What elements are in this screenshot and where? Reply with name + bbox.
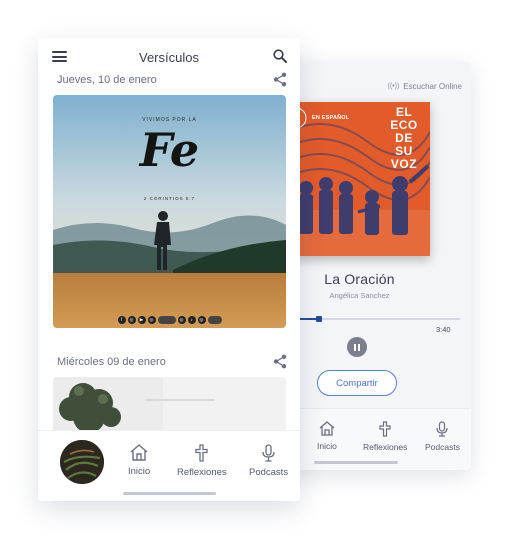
pause-icon-bar bbox=[358, 343, 360, 351]
home-icon bbox=[130, 444, 148, 461]
player-screen: ((•)) Escuchar Online EN ESPAÑOL EL ECO … bbox=[288, 62, 471, 470]
social-icon bbox=[157, 316, 176, 324]
social-icon: ◎ bbox=[147, 316, 156, 324]
avatar[interactable] bbox=[60, 440, 104, 484]
social-icons-row: f ◎ ▶ ◎ ◎ ♪ ◎ bbox=[53, 316, 286, 324]
search-icon bbox=[273, 49, 287, 63]
entry-date: Jueves, 10 de enero bbox=[57, 74, 157, 86]
nav-item-podcasts[interactable]: Podcasts bbox=[425, 421, 460, 452]
player-bottom-nav: Inicio Reflexiones Podcasts bbox=[288, 408, 471, 470]
pause-icon bbox=[354, 343, 356, 351]
verse-word: Fe bbox=[139, 123, 200, 177]
share-entry-button[interactable] bbox=[273, 354, 287, 374]
album-title-line: VOZ bbox=[390, 157, 418, 171]
share-icon bbox=[273, 72, 287, 87]
home-icon bbox=[319, 421, 335, 436]
verses-screen: Versículos Jueves, 10 de enero VIVIMOS P… bbox=[38, 38, 300, 501]
share-icon bbox=[273, 354, 287, 369]
track-title: La Oración bbox=[324, 271, 395, 287]
entry-date: Miércoles 09 de enero bbox=[57, 356, 166, 368]
nav-item-label: Reflexiones bbox=[363, 442, 408, 452]
nav-item-label: Podcasts bbox=[249, 467, 289, 478]
social-icon: ◎ bbox=[177, 316, 186, 324]
microphone-icon bbox=[262, 444, 275, 462]
cross-icon bbox=[195, 444, 208, 462]
microphone-icon bbox=[436, 421, 449, 437]
playback-progress-bar[interactable] bbox=[288, 316, 460, 322]
social-icon: f bbox=[117, 316, 126, 324]
listen-online-label: Escuchar Online bbox=[403, 82, 462, 91]
album-cover: EN ESPAÑOL EL ECO DE SU VOZ bbox=[288, 102, 430, 256]
top-app-bar: Versículos bbox=[38, 38, 300, 74]
verse-reference: 2 CORINTIOS 5:7 bbox=[143, 196, 196, 201]
page-title: Versículos bbox=[139, 50, 199, 65]
home-indicator bbox=[314, 461, 398, 464]
track-artist: Angélica Sanchez bbox=[329, 291, 390, 300]
home-indicator bbox=[123, 492, 216, 495]
album-title: EL ECO DE SU VOZ bbox=[384, 106, 424, 171]
cross-icon bbox=[379, 421, 391, 437]
search-button[interactable] bbox=[273, 49, 287, 68]
entry-header: Miércoles 09 de enero bbox=[38, 353, 300, 373]
track-duration: 3:40 bbox=[436, 325, 451, 334]
screenshot-stage: ((•)) Escuchar Online EN ESPAÑOL EL ECO … bbox=[0, 0, 505, 538]
social-icon: ◎ bbox=[197, 316, 206, 324]
social-icon: ♪ bbox=[187, 316, 196, 324]
listen-online-link[interactable]: ((•)) Escuchar Online bbox=[388, 82, 462, 91]
social-icon: ◎ bbox=[127, 316, 136, 324]
social-icon: ▶ bbox=[137, 316, 146, 324]
verse-image-card[interactable]: VIVIMOS POR LA Fe 2 CORINTIOS 5:7 f ◎ ▶ … bbox=[53, 95, 286, 328]
nav-item-reflexiones[interactable]: Reflexiones bbox=[363, 421, 407, 452]
share-entry-button[interactable] bbox=[273, 72, 287, 92]
nav-item-label: Inicio bbox=[317, 441, 337, 451]
social-icon bbox=[207, 316, 222, 324]
nav-item-label: Podcasts bbox=[425, 442, 460, 452]
share-button[interactable]: Compartir bbox=[317, 370, 397, 396]
nav-item-label: Reflexiones bbox=[177, 467, 227, 478]
bottom-nav: Inicio Reflexiones Podcasts bbox=[38, 430, 300, 501]
verse-image-card[interactable] bbox=[53, 377, 286, 437]
album-tag: EN ESPAÑOL bbox=[312, 115, 350, 121]
pause-button[interactable] bbox=[347, 337, 367, 357]
entry-header: Jueves, 10 de enero bbox=[38, 71, 300, 91]
nav-item-label: Inicio bbox=[128, 466, 151, 477]
nav-item-podcasts[interactable]: Podcasts bbox=[249, 444, 288, 478]
nav-item-reflexiones[interactable]: Reflexiones bbox=[177, 444, 227, 478]
nav-item-inicio[interactable]: Inicio bbox=[317, 421, 337, 451]
headphones-icon: ((•)) bbox=[387, 83, 400, 90]
nav-item-inicio[interactable]: Inicio bbox=[128, 444, 150, 477]
progress-handle[interactable] bbox=[316, 316, 322, 322]
